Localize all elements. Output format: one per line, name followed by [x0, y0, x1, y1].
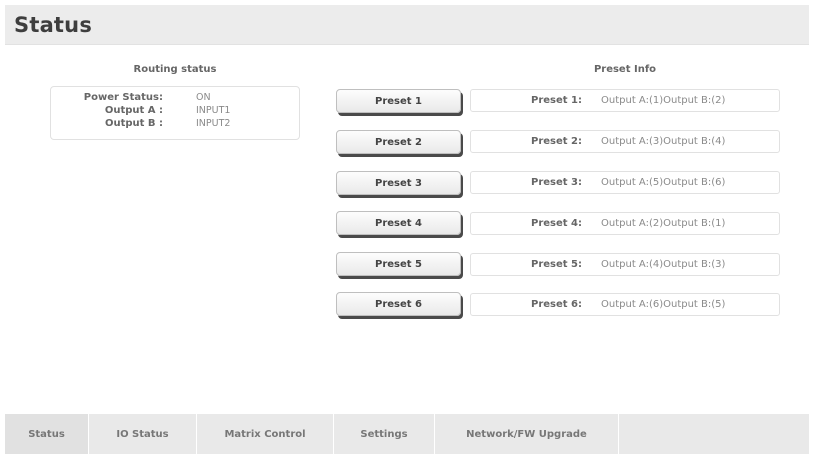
routing-label: Output A :: [104, 105, 163, 116]
preset-6-info: Preset 6: Output A:(6)Output B:(5): [470, 293, 780, 316]
preset-info-value: Output A:(2)Output B:(1): [601, 218, 726, 229]
preset-1-button[interactable]: Preset 1: [336, 89, 461, 113]
bottom-tab-bar: Status IO Status Matrix Control Settings…: [5, 414, 809, 454]
tab-matrix-control[interactable]: Matrix Control: [197, 414, 334, 454]
preset-info-label: Preset 5:: [531, 259, 582, 270]
preset-info-value: Output A:(5)Output B:(6): [601, 177, 726, 188]
preset-3-info: Preset 3: Output A:(5)Output B:(6): [470, 171, 780, 194]
preset-2-info: Preset 2: Output A:(3)Output B:(4): [470, 130, 780, 153]
page-title: Status: [14, 13, 93, 37]
preset-info-value: Output A:(3)Output B:(4): [601, 136, 726, 147]
preset-info-label: Preset 1:: [531, 95, 582, 106]
preset-2-button[interactable]: Preset 2: [336, 130, 461, 154]
preset-info-label: Preset 2:: [531, 136, 582, 147]
preset-info-heading: Preset Info: [593, 64, 657, 75]
tab-network-fw-upgrade[interactable]: Network/FW Upgrade: [435, 414, 619, 454]
tab-settings[interactable]: Settings: [334, 414, 435, 454]
routing-label: Power Status:: [83, 92, 163, 103]
preset-info-label: Preset 3:: [531, 177, 582, 188]
preset-4-button[interactable]: Preset 4: [336, 211, 461, 235]
routing-status-heading: Routing status: [133, 64, 217, 75]
routing-row-power: Power Status: ON: [51, 92, 301, 104]
preset-info-label: Preset 6:: [531, 299, 582, 310]
routing-value: INPUT1: [196, 105, 231, 116]
routing-row-output-b: Output B : INPUT2: [51, 118, 301, 130]
routing-value: INPUT2: [196, 118, 231, 129]
preset-info-value: Output A:(6)Output B:(5): [601, 299, 726, 310]
preset-info-label: Preset 4:: [531, 218, 582, 229]
preset-5-info: Preset 5: Output A:(4)Output B:(3): [470, 253, 780, 276]
routing-row-output-a: Output A : INPUT1: [51, 105, 301, 117]
preset-1-info: Preset 1: Output A:(1)Output B:(2): [470, 89, 780, 112]
tab-status[interactable]: Status: [5, 414, 89, 454]
preset-6-button[interactable]: Preset 6: [336, 292, 461, 316]
routing-status-panel: Power Status: ON Output A : INPUT1 Outpu…: [50, 86, 300, 140]
status-page: Status Routing status Power Status: ON O…: [5, 5, 809, 454]
title-bar: Status: [5, 5, 809, 45]
routing-value: ON: [196, 92, 211, 103]
preset-5-button[interactable]: Preset 5: [336, 252, 461, 276]
preset-3-button[interactable]: Preset 3: [336, 171, 461, 195]
routing-label: Output B :: [104, 118, 163, 129]
preset-info-value: Output A:(1)Output B:(2): [601, 95, 726, 106]
preset-info-value: Output A:(4)Output B:(3): [601, 259, 726, 270]
tab-io-status[interactable]: IO Status: [89, 414, 197, 454]
preset-4-info: Preset 4: Output A:(2)Output B:(1): [470, 212, 780, 235]
